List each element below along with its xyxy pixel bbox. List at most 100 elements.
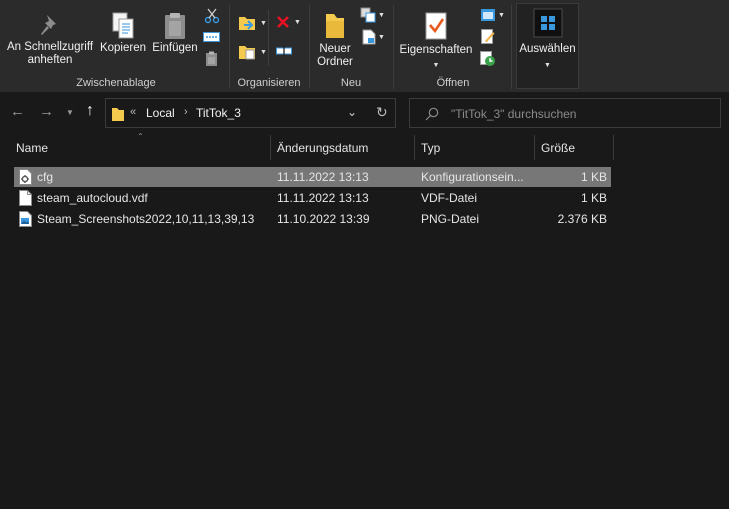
select-all-icon: [533, 8, 563, 38]
file-row[interactable]: cfg 11.11.2022 13:13 Konfigurationsein..…: [14, 167, 611, 187]
rename-button[interactable]: [276, 44, 292, 58]
file-name: Steam_Screenshots2022,10,11,13,39,13: [37, 212, 255, 226]
file-type: PNG-Datei: [421, 212, 480, 226]
chevron-down-icon: ▼: [260, 48, 267, 56]
column-date-label: Änderungsdatum: [277, 141, 369, 155]
file-size: 2.376 KB: [557, 212, 607, 226]
file-name: cfg: [37, 170, 54, 184]
image-file-icon: [19, 211, 32, 227]
scissors-icon: [204, 8, 220, 24]
search-icon: [425, 107, 439, 121]
file-row[interactable]: steam_autocloud.vdf 11.11.2022 13:13 VDF…: [14, 188, 611, 208]
column-header-size[interactable]: Größe: [535, 136, 613, 160]
recent-locations-chevron-icon[interactable]: ▼: [66, 105, 74, 121]
column-type-label: Typ: [421, 141, 441, 155]
clipboard-icon: [162, 8, 188, 44]
easy-access-button[interactable]: ▼: [362, 29, 385, 45]
new-folder-label-line2: Ordner: [317, 56, 353, 68]
folder-icon: [112, 108, 124, 121]
ribbon-separator: [268, 10, 269, 66]
history-icon: [480, 51, 495, 66]
delete-x-icon: [277, 16, 289, 28]
breadcrumb-local[interactable]: Local: [146, 106, 175, 120]
properties-icon: [424, 8, 448, 44]
clipboard-group-label: Zwischenablage: [76, 77, 156, 89]
move-to-button[interactable]: ▼: [238, 13, 267, 33]
pin-quick-access-button[interactable]: An Schnellzugriff anheften: [4, 8, 96, 67]
config-file-icon: [19, 169, 32, 185]
file-type: VDF-Datei: [421, 191, 478, 205]
delete-button[interactable]: ▼: [276, 15, 301, 29]
breadcrumb-chevron-icon: ›: [184, 106, 188, 118]
paste-label: Einfügen: [152, 42, 198, 54]
select-button[interactable]: Auswählen ▼: [516, 8, 579, 72]
back-arrow-icon[interactable]: ←: [10, 104, 25, 120]
copy-path-icon: [203, 32, 220, 42]
up-arrow-icon[interactable]: ↑: [86, 103, 94, 119]
edit-pencil-icon: [481, 29, 495, 44]
chevron-down-icon: ▼: [544, 62, 551, 69]
paste-button[interactable]: Einfügen: [150, 8, 200, 55]
history-button[interactable]: [480, 51, 496, 67]
new-folder-label-line1: Neuer: [319, 43, 351, 55]
open-group-label: Öffnen: [436, 77, 470, 89]
breadcrumb-overflow-icon[interactable]: «: [130, 106, 136, 118]
open-icon: [481, 9, 495, 21]
chevron-down-icon: ▼: [432, 62, 440, 69]
column-size-label: Größe: [541, 141, 576, 155]
properties-button[interactable]: Eigenschaften ▼: [396, 8, 476, 72]
pin-label-line1: An Schnellzugriff: [6, 41, 94, 53]
breadcrumb-current[interactable]: TitTok_3: [196, 106, 241, 120]
properties-label: Eigenschaften: [399, 44, 473, 56]
blank-file-icon: [19, 190, 32, 206]
copy-to-icon: [239, 46, 255, 60]
address-dropdown-chevron-icon[interactable]: ⌄: [347, 105, 357, 119]
chevron-down-icon: ▼: [378, 11, 385, 19]
pin-icon: [38, 8, 62, 44]
chevron-down-icon: ▼: [260, 19, 267, 27]
new-item-icon: [360, 7, 376, 23]
column-header-type[interactable]: Typ: [415, 136, 534, 160]
forward-arrow-icon[interactable]: →: [39, 104, 54, 120]
column-header-date[interactable]: Änderungsdatum: [271, 136, 414, 160]
address-bar[interactable]: « Local › TitTok_3 ⌄ ↻: [105, 98, 396, 128]
refresh-icon[interactable]: ↻: [376, 104, 388, 121]
copy-path-button[interactable]: [203, 31, 220, 43]
copy-to-button[interactable]: ▼: [238, 42, 267, 62]
ribbon: An Schnellzugriff anheften Kopieren Einf…: [0, 0, 729, 92]
new-group-label: Neu: [340, 77, 362, 89]
copy-label: Kopieren: [99, 42, 147, 54]
file-date: 11.11.2022 13:13: [277, 170, 369, 184]
ribbon-separator: [511, 5, 512, 89]
new-item-button[interactable]: ▼: [360, 7, 385, 23]
file-row[interactable]: Steam_Screenshots2022,10,11,13,39,13 11.…: [14, 209, 611, 229]
search-box[interactable]: "TitTok_3" durchsuchen: [409, 98, 721, 128]
select-label: Auswählen: [519, 43, 576, 55]
file-size: 1 KB: [580, 170, 607, 184]
copy-icon: [110, 8, 136, 44]
chevron-down-icon: ▼: [498, 11, 505, 19]
organize-group-label: Organisieren: [237, 77, 301, 89]
file-name: steam_autocloud.vdf: [37, 191, 148, 205]
move-to-icon: [239, 17, 255, 30]
file-type: Konfigurationsein...: [421, 170, 524, 184]
paste-shortcut-button[interactable]: [205, 51, 218, 67]
search-placeholder: "TitTok_3" durchsuchen: [451, 107, 577, 121]
column-name-label: Name: [16, 141, 49, 155]
copy-button[interactable]: Kopieren: [98, 8, 148, 55]
open-button[interactable]: ▼: [480, 7, 505, 23]
cut-button[interactable]: [204, 8, 220, 24]
rename-icon: [276, 45, 292, 57]
chevron-down-icon: ▼: [294, 18, 301, 26]
file-date: 11.11.2022 13:13: [277, 191, 369, 205]
new-folder-button[interactable]: Neuer Ordner: [312, 8, 358, 69]
edit-button[interactable]: [481, 29, 495, 45]
paste-shortcut-icon: [206, 51, 217, 66]
pin-label-line2: anheften: [27, 54, 73, 66]
column-header-name[interactable]: Name: [14, 136, 270, 160]
file-date: 11.10.2022 13:39: [277, 212, 370, 226]
easy-access-icon: [362, 29, 376, 45]
new-folder-icon: [324, 8, 346, 44]
ribbon-separator: [393, 5, 394, 89]
column-divider[interactable]: [613, 135, 614, 160]
